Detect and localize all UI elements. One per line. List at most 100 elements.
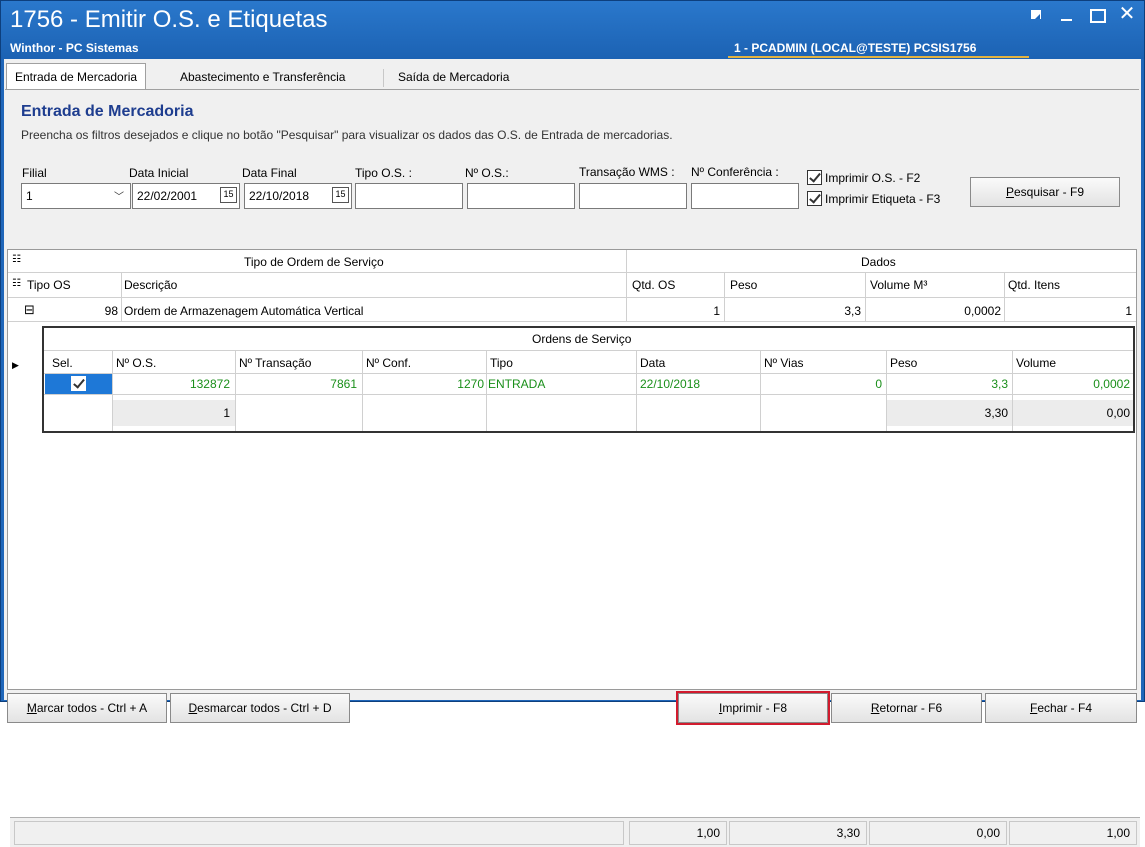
close-icon[interactable]: ✕ bbox=[1118, 4, 1136, 25]
imprimir-os-checkbox[interactable]: Imprimir O.S. - F2 bbox=[807, 170, 920, 185]
col-num-os[interactable]: Nº O.S. bbox=[116, 356, 156, 370]
retornar-label: etornar - F6 bbox=[879, 701, 943, 715]
col-num-conf[interactable]: Nº Conf. bbox=[366, 356, 411, 370]
col-volume[interactable]: Volume bbox=[1016, 356, 1056, 370]
column-chooser-icon[interactable]: ☷ bbox=[12, 254, 21, 265]
data-inicial-value: 22/02/2001 bbox=[137, 189, 198, 203]
master-tipo-os: 98 bbox=[104, 304, 118, 318]
col-volume[interactable]: Volume M³ bbox=[870, 278, 927, 292]
tab-abastecimento-transferencia[interactable]: Abastecimento e Transferência bbox=[172, 65, 353, 89]
retornar-button[interactable]: Retornar - F6 bbox=[831, 693, 982, 723]
retornar-hotkey: R bbox=[870, 701, 880, 715]
tab-panel: Entrada de Mercadoria Preencha os filtro… bbox=[5, 89, 1140, 847]
pesquisar-label: esquisar - F9 bbox=[1013, 185, 1085, 199]
footer-volume: 0,00 bbox=[1106, 406, 1130, 420]
page-hint: Preencha os filtros desejados e clique n… bbox=[21, 128, 673, 142]
transacao-wms-input[interactable] bbox=[579, 183, 687, 209]
tipo-os-input[interactable] bbox=[355, 183, 463, 209]
col-num-vias[interactable]: Nº Vias bbox=[764, 356, 804, 370]
chevron-down-icon[interactable]: ﹀ bbox=[114, 189, 124, 207]
calendar-icon[interactable]: 15 bbox=[332, 187, 349, 203]
num-os-input[interactable] bbox=[467, 183, 575, 209]
num-os-label: Nº O.S.: bbox=[465, 166, 509, 180]
row-indicator-icon[interactable]: ☷ bbox=[12, 278, 21, 289]
footer-count: 1 bbox=[223, 406, 230, 420]
os-grid[interactable]: ☷ Tipo de Ordem de Serviço Dados ☷ Tipo … bbox=[7, 249, 1140, 847]
band-tipo-ordem-servico: Tipo de Ordem de Serviço bbox=[244, 255, 384, 269]
master-descricao: Ordem de Armazenagem Automática Vertical bbox=[124, 304, 364, 318]
master-volume: 0,0002 bbox=[964, 304, 1001, 318]
col-peso[interactable]: Peso bbox=[730, 278, 757, 292]
total-volume: 0,00 bbox=[869, 821, 1007, 845]
total-qtd-os: 1,00 bbox=[629, 821, 727, 845]
title-bar[interactable]: 1756 - Emitir O.S. e Etiquetas Winthor -… bbox=[1, 1, 1144, 59]
marcar-hotkey: M bbox=[26, 701, 37, 715]
num-conferencia-input[interactable] bbox=[691, 183, 799, 209]
detail-divider bbox=[235, 350, 236, 431]
band-dados: Dados bbox=[861, 255, 896, 269]
pesquisar-button[interactable]: Pesquisar - F9 bbox=[970, 177, 1120, 207]
minimize-icon[interactable] bbox=[1058, 5, 1076, 25]
detail-divider bbox=[486, 350, 487, 431]
detail-header-line bbox=[44, 373, 1133, 374]
data-final-field[interactable]: 22/10/2018 15 bbox=[244, 183, 352, 209]
col-tipo[interactable]: Tipo bbox=[490, 356, 513, 370]
calendar-icon[interactable]: 15 bbox=[220, 187, 237, 203]
footer-peso: 3,30 bbox=[984, 406, 1008, 420]
imprimir-button[interactable]: Imprimir - F8 bbox=[676, 691, 830, 725]
col-data[interactable]: Data bbox=[640, 356, 665, 370]
desmarcar-label: esmarcar todos - Ctrl + D bbox=[197, 701, 332, 715]
transacao-wms-label: Transação WMS : bbox=[579, 165, 675, 179]
checkbox-checked-icon[interactable] bbox=[71, 376, 86, 391]
band-divider bbox=[626, 250, 627, 272]
detail-peso: 3,3 bbox=[991, 377, 1008, 391]
checkbox-checked-icon[interactable] bbox=[807, 191, 822, 206]
tipo-os-label: Tipo O.S. : bbox=[355, 166, 412, 180]
ordens-servico-detail[interactable]: Ordens de Serviço Sel. Nº O.S. Nº Transa… bbox=[42, 326, 1135, 433]
totals-blank bbox=[14, 821, 624, 845]
col-qtd-os[interactable]: Qtd. OS bbox=[632, 278, 675, 292]
col-qtd-itens[interactable]: Qtd. Itens bbox=[1008, 278, 1060, 292]
imprimir-os-label: Imprimir O.S. - F2 bbox=[825, 170, 921, 185]
detail-title: Ordens de Serviço bbox=[532, 332, 632, 346]
data-inicial-field[interactable]: 22/02/2001 15 bbox=[132, 183, 240, 209]
user-info: 1 - PCADMIN (LOCAL@TESTE) PCSIS1756 bbox=[734, 41, 977, 55]
tab-strip: Entrada de Mercadoria Abastecimento e Tr… bbox=[4, 63, 1141, 91]
pesquisar-hotkey: P bbox=[1005, 185, 1014, 199]
imprimir-label: mprimir - F8 bbox=[722, 701, 787, 715]
maximize-icon[interactable] bbox=[1088, 5, 1106, 25]
total-qtd-itens: 1,00 bbox=[1009, 821, 1137, 845]
selected-cell[interactable] bbox=[45, 374, 112, 394]
filial-label: Filial bbox=[22, 166, 47, 180]
restore-icon[interactable] bbox=[1028, 5, 1046, 25]
num-conferencia-label: Nº Conferência : bbox=[691, 165, 779, 179]
fechar-button[interactable]: Fechar - F4 bbox=[985, 693, 1137, 723]
marcar-label: arcar todos - Ctrl + A bbox=[36, 701, 148, 715]
col-tipo-os[interactable]: Tipo OS bbox=[27, 278, 71, 292]
detail-title-line bbox=[44, 350, 1133, 351]
desmarcar-todos-button[interactable]: Desmarcar todos - Ctrl + D bbox=[170, 693, 350, 723]
collapse-icon[interactable]: ⊟ bbox=[24, 302, 35, 318]
detail-row-line bbox=[44, 394, 1133, 395]
detail-divider bbox=[636, 350, 637, 431]
header-line bbox=[8, 297, 1136, 298]
detail-tipo: ENTRADA bbox=[488, 377, 546, 391]
filial-select[interactable]: 1 ﹀ bbox=[21, 183, 131, 209]
detail-num-conf: 1270 bbox=[457, 377, 484, 391]
tab-entrada-mercadoria[interactable]: Entrada de Mercadoria bbox=[6, 63, 147, 91]
col-sel[interactable]: Sel. bbox=[52, 356, 73, 370]
detail-volume: 0,0002 bbox=[1093, 377, 1130, 391]
master-qtd-os: 1 bbox=[713, 304, 720, 318]
detail-divider bbox=[362, 350, 363, 431]
imprimir-etiqueta-checkbox[interactable]: Imprimir Etiqueta - F3 bbox=[807, 191, 940, 206]
desmarcar-hotkey: D bbox=[188, 701, 198, 715]
tab-saida-mercadoria[interactable]: Saída de Mercadoria bbox=[390, 65, 517, 89]
marcar-todos-button[interactable]: Marcar todos - Ctrl + A bbox=[7, 693, 167, 723]
client-area: Entrada de Mercadoria Abastecimento e Tr… bbox=[4, 59, 1141, 847]
detail-num-transacao: 7861 bbox=[330, 377, 357, 391]
col-num-transacao[interactable]: Nº Transação bbox=[239, 356, 311, 370]
checkbox-checked-icon[interactable] bbox=[807, 170, 822, 185]
col-descricao[interactable]: Descrição bbox=[124, 278, 177, 292]
master-qtd-itens: 1 bbox=[1125, 304, 1132, 318]
col-peso[interactable]: Peso bbox=[890, 356, 917, 370]
